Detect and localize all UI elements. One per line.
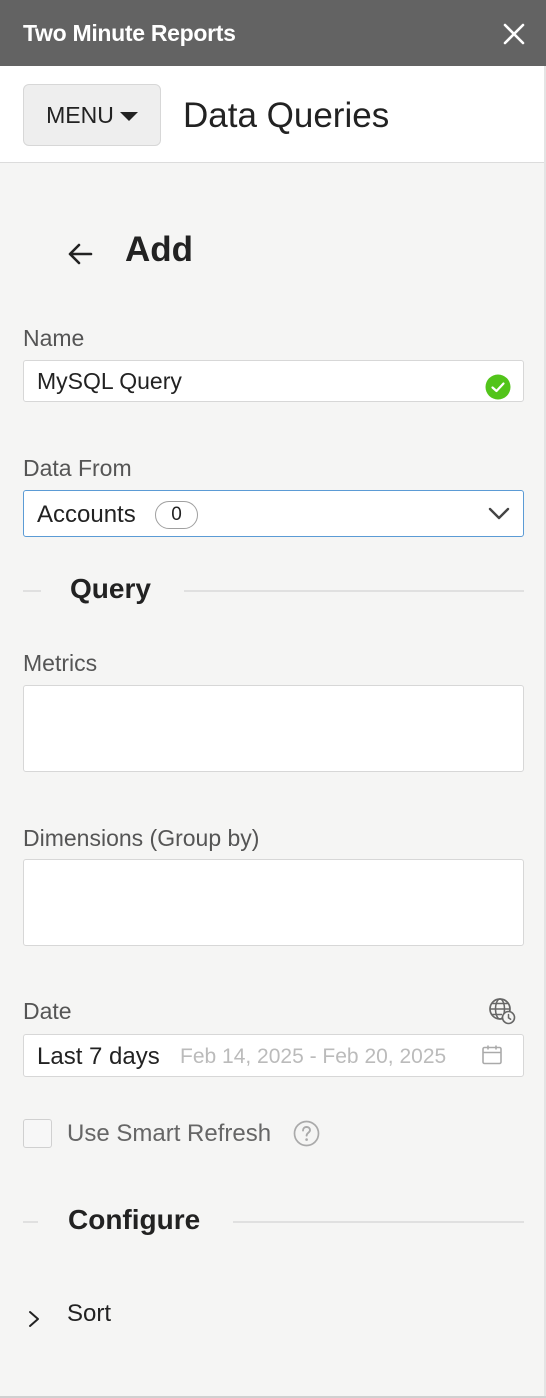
date-range-text: Feb 14, 2025 - Feb 20, 2025	[180, 1045, 447, 1068]
query-section-title: Query	[70, 573, 151, 604]
app-titlebar: Two Minute Reports	[0, 0, 546, 66]
page-header: MENU Data Queries	[0, 66, 546, 163]
menu-button-label: MENU	[46, 101, 114, 128]
metrics-label: Metrics	[23, 650, 98, 676]
dimensions-input[interactable]	[23, 859, 524, 946]
page-title: Data Queries	[183, 96, 390, 135]
data-from-label: Data From	[23, 455, 132, 481]
name-input-value: MySQL Query	[37, 368, 182, 394]
app-title: Two Minute Reports	[23, 20, 236, 46]
account-count-badge: 0	[155, 501, 198, 529]
globe-clock-icon[interactable]	[488, 997, 516, 1025]
name-input[interactable]: MySQL Query	[23, 360, 524, 402]
question-circle-icon[interactable]	[293, 1120, 320, 1147]
arrow-left-icon[interactable]	[64, 238, 96, 270]
configure-section-header: Configure	[23, 1201, 524, 1241]
chevron-down-icon	[488, 507, 510, 520]
query-section-header: Query	[23, 570, 524, 610]
data-from-select[interactable]: Accounts 0	[23, 490, 524, 537]
menu-button[interactable]: MENU	[23, 84, 161, 146]
form-heading: Add	[125, 230, 194, 269]
data-from-value: Accounts	[37, 501, 136, 528]
smart-refresh-checkbox[interactable]	[23, 1119, 52, 1148]
metrics-input[interactable]	[23, 685, 524, 772]
date-range-picker[interactable]: Last 7 days Feb 14, 2025 - Feb 20, 2025	[23, 1034, 524, 1077]
sort-expander[interactable]: Sort	[67, 1300, 111, 1328]
chevron-right-icon[interactable]	[24, 1308, 44, 1330]
caret-down-icon	[119, 111, 138, 121]
date-preset-value: Last 7 days	[37, 1043, 160, 1070]
dimensions-label: Dimensions (Group by)	[23, 825, 260, 851]
check-circle-icon	[485, 374, 511, 400]
divider	[23, 1221, 38, 1223]
configure-section-title: Configure	[68, 1204, 201, 1235]
divider	[184, 590, 524, 592]
smart-refresh-label[interactable]: Use Smart Refresh	[67, 1120, 271, 1148]
divider	[233, 1221, 524, 1223]
divider	[23, 590, 41, 592]
date-label: Date	[23, 998, 72, 1024]
calendar-icon	[482, 1045, 502, 1065]
close-icon[interactable]	[500, 20, 528, 48]
name-label: Name	[23, 325, 85, 351]
